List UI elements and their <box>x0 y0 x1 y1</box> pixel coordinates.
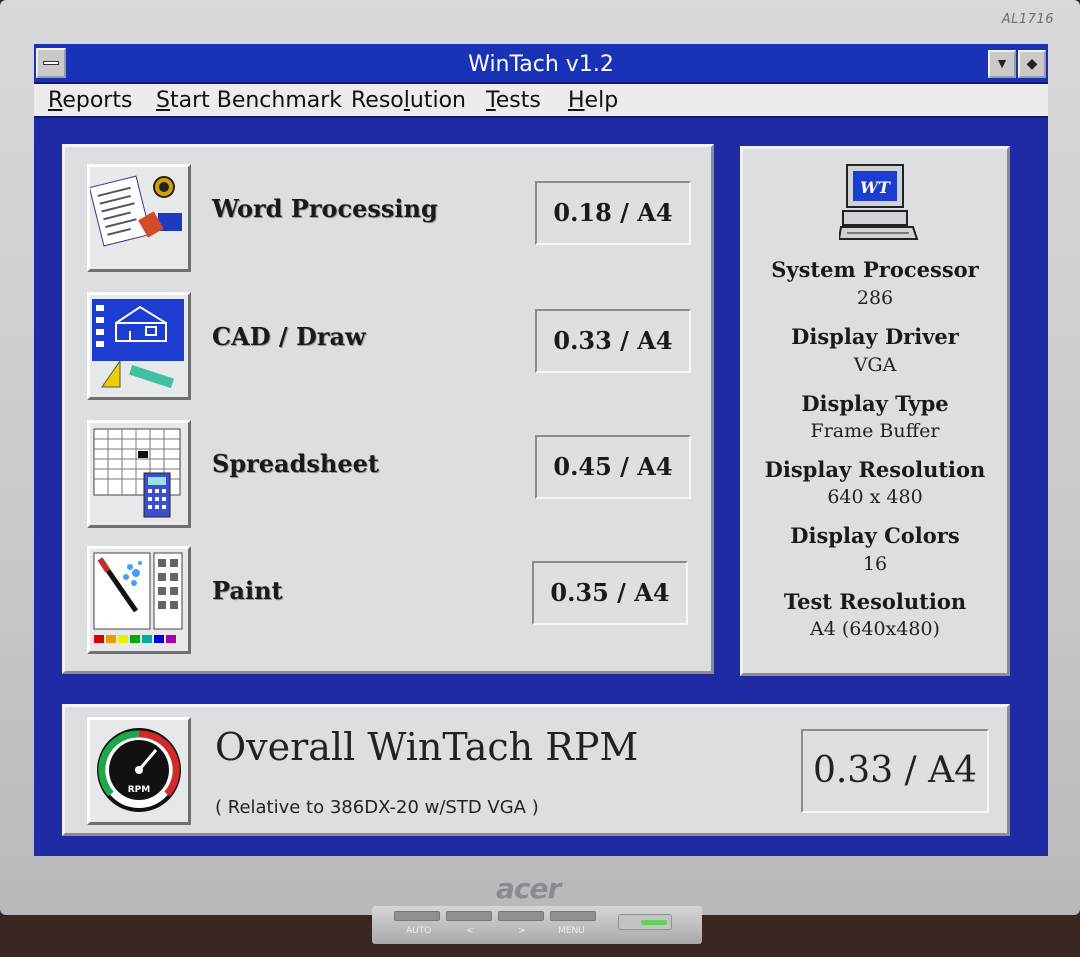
paint-icon[interactable] <box>87 546 191 654</box>
display-type-label: Display Type <box>801 391 949 416</box>
test-resolution-value: A4 (640x480) <box>810 618 940 640</box>
overall-value: 0.33 / A4 <box>801 729 989 813</box>
right-button-label: > <box>518 926 526 936</box>
auto-button[interactable] <box>394 911 440 921</box>
monitor-control-strip: AUTO < > MENU <box>372 906 702 944</box>
monitor-bezel: AL1716 WinTach v1.2 ▼ ◆ Reports Start Be… <box>0 0 1080 915</box>
power-button[interactable] <box>618 914 672 930</box>
menu-bar: Reports Start Benchmark Resolution Tests… <box>34 84 1048 118</box>
overall-subtitle: ( Relative to 386DX-20 w/STD VGA ) <box>215 797 539 818</box>
display-driver-value: VGA <box>853 354 897 376</box>
test-label-paint: Paint <box>212 576 283 605</box>
system-info-panel: WT System Processor 286 Display Driver V… <box>740 146 1010 676</box>
menu-reports[interactable]: Reports <box>48 88 132 113</box>
rpm-gauge-icon: RPM <box>87 717 191 825</box>
system-processor-label: System Processor <box>771 257 979 282</box>
display-driver-label: Display Driver <box>791 324 959 349</box>
wintach-computer-icon: WT <box>837 161 919 246</box>
display-resolution-value: 640 x 480 <box>827 486 923 508</box>
word-processing-icon[interactable] <box>87 164 191 272</box>
test-value-word-processing: 0.18 / A4 <box>535 181 691 245</box>
minimize-button[interactable]: ▼ <box>988 50 1016 78</box>
wintach-logo-text: WT <box>860 178 891 197</box>
rpm-gauge-label: RPM <box>128 785 151 795</box>
test-value-cad-draw: 0.33 / A4 <box>535 309 691 373</box>
display-colors-label: Display Colors <box>790 523 960 548</box>
overall-title: Overall WinTach RPM <box>215 725 639 769</box>
client-area: Word Processing 0.18 / A4 CAD / Draw 0.3… <box>34 120 1048 856</box>
left-button-label: < <box>466 926 474 936</box>
test-value-paint: 0.35 / A4 <box>532 561 688 625</box>
monitor-model: AL1716 <box>1001 12 1054 27</box>
menu-button[interactable] <box>550 911 596 921</box>
menu-tests[interactable]: Tests <box>486 88 541 113</box>
tests-panel: Word Processing 0.18 / A4 CAD / Draw 0.3… <box>62 144 714 674</box>
window-title: WinTach v1.2 <box>468 52 614 77</box>
menu-start-benchmark[interactable]: Start Benchmark <box>156 88 342 113</box>
test-value-spreadsheet: 0.45 / A4 <box>535 435 691 499</box>
cad-draw-icon[interactable] <box>87 292 191 400</box>
menu-button-label: MENU <box>558 926 585 936</box>
restore-button[interactable]: ◆ <box>1018 50 1046 78</box>
display-resolution-label: Display Resolution <box>764 457 986 482</box>
display-type-value: Frame Buffer <box>810 420 940 442</box>
left-button[interactable] <box>446 911 492 921</box>
menu-help[interactable]: Help <box>568 88 618 113</box>
test-resolution-label: Test Resolution <box>783 589 967 614</box>
display-colors-value: 16 <box>862 553 888 575</box>
menu-resolution[interactable]: Resolution <box>351 88 466 113</box>
test-label-spreadsheet: Spreadsheet <box>212 449 379 478</box>
right-button[interactable] <box>498 911 544 921</box>
overall-panel: RPM Overall WinTach RPM ( Relative to 38… <box>62 704 1010 836</box>
auto-button-label: AUTO <box>406 926 432 936</box>
test-label-word-processing: Word Processing <box>212 194 438 223</box>
test-label-cad-draw: CAD / Draw <box>212 322 366 351</box>
monitor-brand-logo: acer <box>496 872 561 905</box>
spreadsheet-icon[interactable] <box>87 420 191 528</box>
title-bar: WinTach v1.2 ▼ ◆ <box>34 44 1048 84</box>
screen: WinTach v1.2 ▼ ◆ Reports Start Benchmark… <box>34 44 1048 856</box>
system-processor-value: 286 <box>856 287 894 309</box>
